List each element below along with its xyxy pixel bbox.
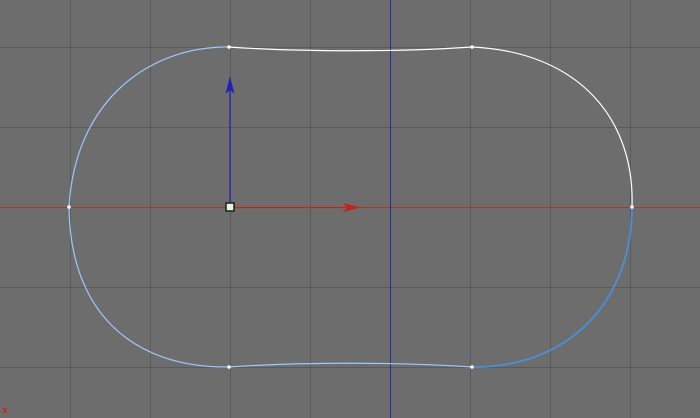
spline-vertex[interactable] (227, 365, 231, 369)
spline-vertex[interactable] (470, 365, 474, 369)
spline-vertex[interactable] (227, 45, 231, 49)
transform-gizmo[interactable] (225, 76, 362, 212)
scene-view[interactable] (0, 0, 700, 418)
spline-vertex[interactable] (67, 205, 71, 209)
spline-vertex[interactable] (470, 45, 474, 49)
pivot-point[interactable] (225, 202, 235, 212)
spline-vertex[interactable] (630, 205, 634, 209)
spline-segment-bottom[interactable] (228, 362, 473, 368)
viewport-canvas[interactable]: x (0, 0, 700, 418)
spline-segment-top-left[interactable] (68, 46, 230, 208)
corner-axis-x-label: x (2, 406, 8, 416)
